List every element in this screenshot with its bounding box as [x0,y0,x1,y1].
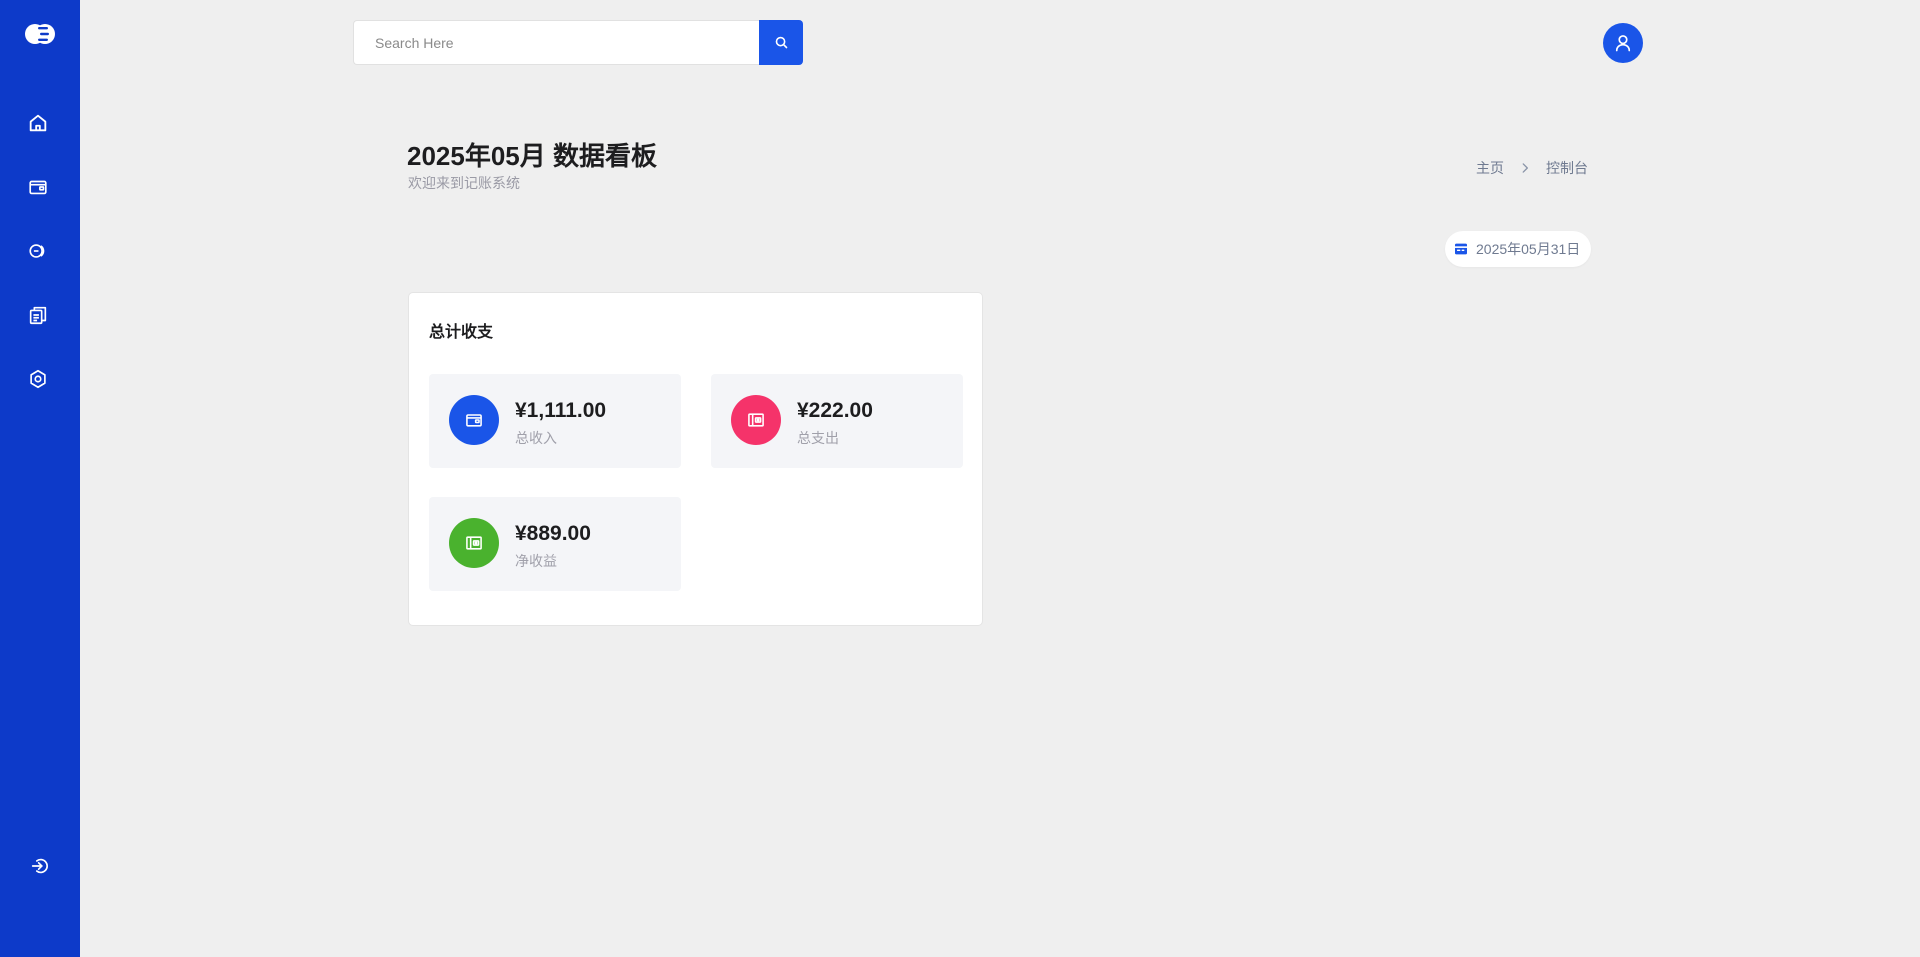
user-icon [1615,35,1631,52]
search-icon [775,36,787,49]
gear-icon [30,369,46,389]
sidebar-item-coins[interactable] [24,237,52,265]
breadcrumb-current: 控制台 [1546,160,1588,176]
card-wallet-icon [748,413,764,427]
logout-icon [31,858,48,874]
search-bar [353,20,803,65]
page-subtitle: 欢迎来到记账系统 [408,175,520,191]
sidebar-item-settings[interactable] [24,365,52,393]
date-badge[interactable]: 2025年05月31日 [1445,231,1592,267]
date-text: 2025年05月31日 [1476,241,1581,257]
stat-value: ¥222.00 [797,399,873,422]
breadcrumb: 主页 控制台 [1476,158,1588,178]
stat-value: ¥889.00 [515,522,591,545]
stat-icon-circle [731,395,781,445]
wallet-icon [466,414,482,427]
stat-total-expense: ¥222.00 总支出 [711,374,963,468]
wallet-icon [29,180,47,195]
logout-button[interactable] [26,852,54,880]
stat-icon-circle [449,395,499,445]
calendar-card-icon [1455,243,1467,255]
stat-label: 总收入 [515,430,557,446]
summary-card: 总计收支 ¥1,111.00 总收入 ¥222.00 总支出 ¥889.00 净… [408,292,983,626]
page-title: 2025年05月 数据看板 [407,141,657,171]
stat-net-income: ¥889.00 净收益 [429,497,681,591]
user-avatar-button[interactable] [1603,23,1643,63]
home-icon [29,114,47,132]
stat-total-income: ¥1,111.00 总收入 [429,374,681,468]
search-button[interactable] [759,20,803,65]
card-wallet-icon [466,536,482,550]
sidebar [0,0,80,957]
search-input[interactable] [353,20,759,65]
breadcrumb-home[interactable]: 主页 [1476,158,1504,178]
sidebar-item-home[interactable] [24,109,52,137]
sidebar-item-records[interactable] [24,301,52,329]
sidebar-item-wallet[interactable] [24,173,52,201]
stat-value: ¥1,111.00 [515,399,607,422]
stat-label: 总支出 [797,430,839,446]
stat-label: 净收益 [515,553,557,569]
chevron-right-icon [1522,163,1528,173]
logo-icon[interactable] [24,22,56,46]
documents-icon [29,306,47,325]
card-title: 总计收支 [429,324,494,341]
stat-icon-circle [449,518,499,568]
coins-icon [29,244,45,258]
page-scrollbar[interactable] [1912,0,1920,957]
